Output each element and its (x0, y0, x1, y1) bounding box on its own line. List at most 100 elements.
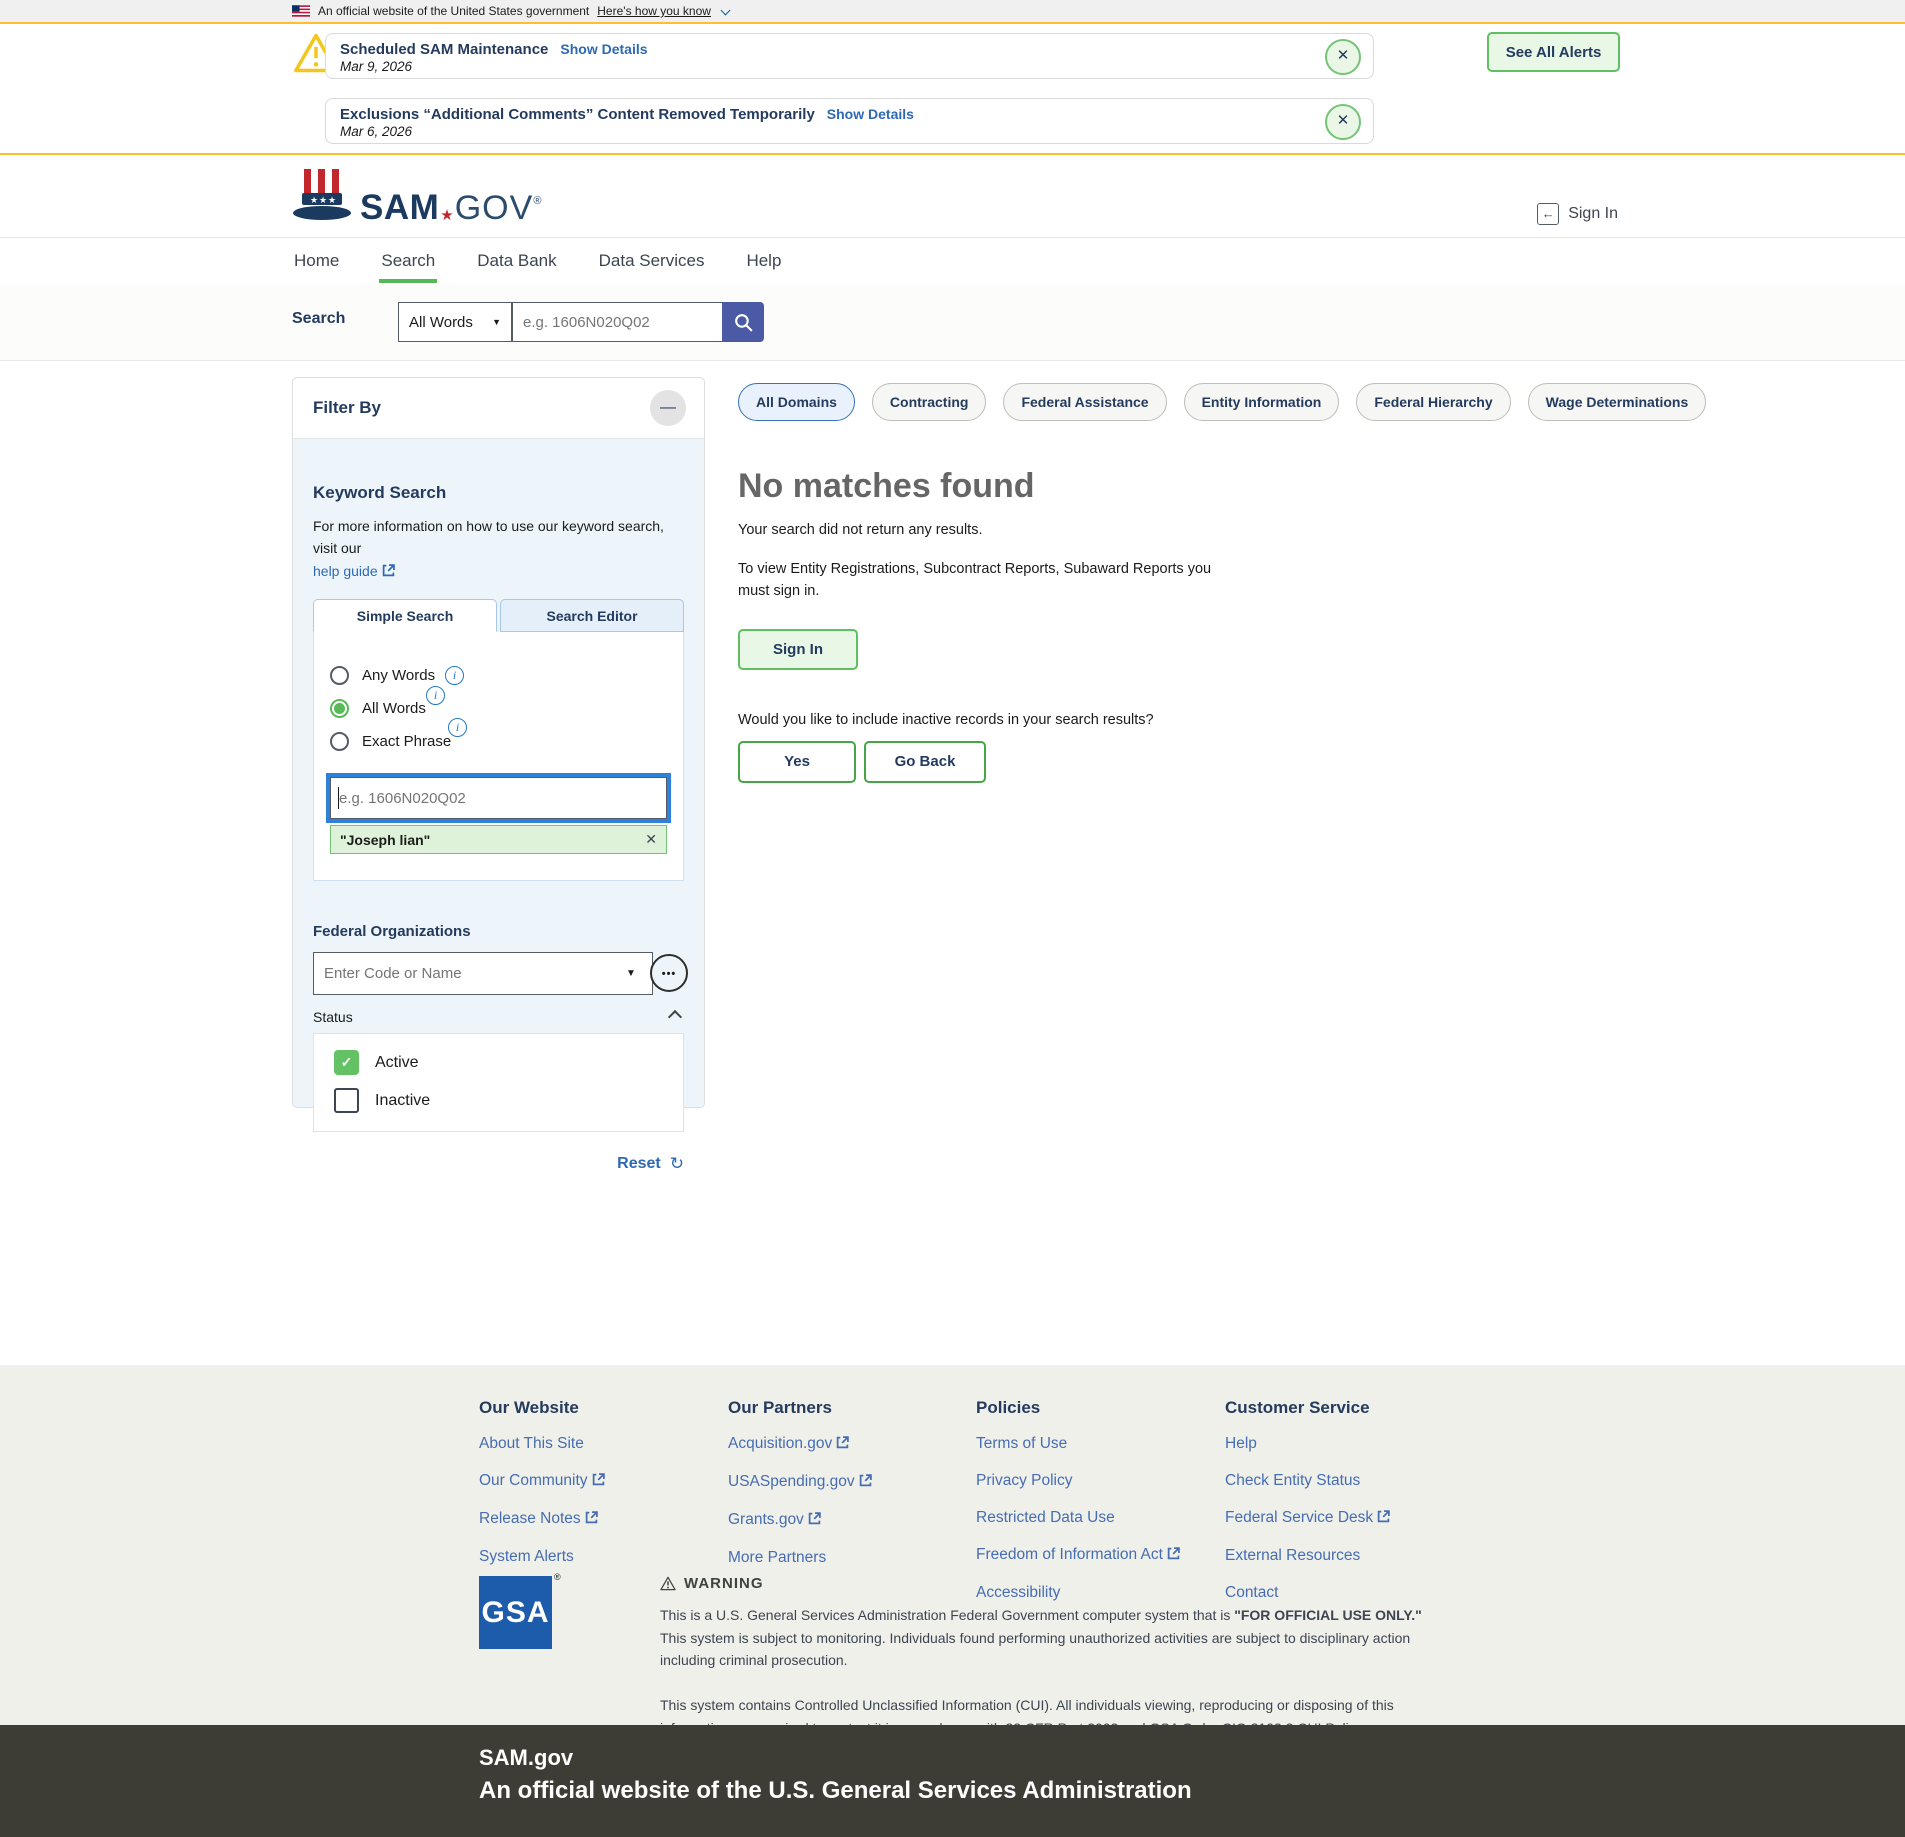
alert-card: Exclusions “Additional Comments” Content… (325, 98, 1374, 144)
gsa-logo: GSA (479, 1576, 552, 1649)
tab-simple-search[interactable]: Simple Search (313, 599, 497, 632)
info-icon[interactable]: i (445, 666, 464, 685)
footer-link-foia[interactable]: Freedom of Information Act (976, 1546, 1211, 1565)
search-submit-button[interactable] (722, 302, 764, 342)
help-guide-link[interactable]: help guide (313, 563, 378, 579)
footer-link-check-entity-status[interactable]: Check Entity Status (1225, 1472, 1460, 1490)
footer-official-line: An official website of the U.S. General … (479, 1777, 1192, 1805)
reset-link[interactable]: Reset (617, 1155, 661, 1173)
radio-all-words-label: All Words (362, 700, 426, 717)
alert-close-button[interactable]: ✕ (1325, 39, 1361, 75)
pill-entity-information[interactable]: Entity Information (1184, 383, 1340, 421)
svg-text:★: ★ (310, 195, 318, 205)
text-caret (338, 787, 339, 809)
info-icon[interactable]: i (426, 686, 445, 705)
us-flag-icon (292, 5, 310, 17)
footer-link-acquisition-gov[interactable]: Acquisition.gov (728, 1435, 963, 1454)
alert-show-details-link[interactable]: Show Details (827, 106, 914, 122)
info-icon[interactable]: i (448, 718, 467, 737)
more-options-button[interactable]: ••• (650, 954, 688, 992)
footer-link-grants-gov[interactable]: Grants.gov (728, 1511, 963, 1530)
pill-all-domains[interactable]: All Domains (738, 383, 855, 421)
footer-link-privacy-policy[interactable]: Privacy Policy (976, 1472, 1211, 1490)
footer-heading: Customer Service (1225, 1398, 1460, 1418)
checkbox-unchecked-icon[interactable] (334, 1088, 359, 1113)
status-card: ✓ Active Inactive (313, 1033, 684, 1132)
site-header: ★★★ SAM ★ GOV ® ← Sign In (0, 155, 1905, 237)
nav-item-home[interactable]: Home (292, 239, 341, 283)
filter-panel: Filter By — Keyword Search For more info… (292, 377, 705, 1108)
pill-federal-hierarchy[interactable]: Federal Hierarchy (1356, 383, 1510, 421)
alert-title: Exclusions “Additional Comments” Content… (340, 106, 815, 123)
alert-title: Scheduled SAM Maintenance (340, 41, 548, 58)
external-link-icon (859, 1474, 872, 1492)
nav-item-data-bank[interactable]: Data Bank (475, 239, 558, 283)
external-link-icon (1377, 1510, 1390, 1528)
search-mode-value: All Words (409, 314, 473, 331)
radio-all-words[interactable] (330, 699, 349, 718)
footer-link-external-resources[interactable]: External Resources (1225, 1547, 1460, 1565)
tab-search-editor[interactable]: Search Editor (500, 599, 684, 632)
logo-registered-mark: ® (533, 195, 541, 207)
domain-filter-pills: All Domains Contracting Federal Assistan… (738, 383, 1718, 421)
checkbox-checked-icon[interactable]: ✓ (334, 1050, 359, 1075)
footer-link-usaspending-gov[interactable]: USASpending.gov (728, 1473, 963, 1492)
collapse-panel-button[interactable]: — (650, 390, 686, 426)
footer-link-federal-service-desk[interactable]: Federal Service Desk (1225, 1509, 1460, 1528)
gov-banner-how-link[interactable]: Here's how you know (597, 4, 711, 18)
chevron-down-icon (721, 5, 731, 15)
footer-link-restricted-data-use[interactable]: Restricted Data Use (976, 1509, 1211, 1527)
alert-card: Scheduled SAM Maintenance Show Details M… (325, 33, 1374, 79)
external-link-icon (808, 1512, 821, 1530)
keyword-info-text: For more information on how to use our k… (313, 518, 664, 556)
status-option-inactive[interactable]: Inactive (334, 1088, 663, 1113)
logo-gov-text: GOV (455, 191, 534, 225)
sign-in-button[interactable]: Sign In (738, 629, 858, 670)
nav-item-help[interactable]: Help (744, 239, 783, 283)
footer-link-our-community[interactable]: Our Community (479, 1472, 714, 1491)
alert-close-button[interactable]: ✕ (1325, 104, 1361, 140)
footer-heading: Policies (976, 1398, 1211, 1418)
uncle-sam-hat-icon: ★★★ (292, 167, 354, 225)
search-mode-select[interactable]: All Words ▼ (398, 302, 512, 342)
see-all-alerts-button[interactable]: See All Alerts (1487, 32, 1620, 72)
chip-remove-icon[interactable]: ✕ (645, 831, 657, 848)
keyword-search-input[interactable] (330, 777, 667, 819)
reset-refresh-icon[interactable]: ↻ (670, 1154, 684, 1174)
radio-any-words[interactable] (330, 666, 349, 685)
chevron-up-icon[interactable] (668, 1010, 682, 1024)
global-search-input[interactable] (512, 302, 722, 342)
radio-exact-phrase[interactable] (330, 732, 349, 751)
alerts-section: Scheduled SAM Maintenance Show Details M… (0, 24, 1905, 155)
gov-banner-text: An official website of the United States… (318, 4, 589, 18)
nav-item-search[interactable]: Search (379, 239, 437, 283)
footer-link-release-notes[interactable]: Release Notes (479, 1510, 714, 1529)
footer-heading: Our Website (479, 1398, 714, 1418)
yes-button[interactable]: Yes (738, 741, 856, 783)
dropdown-arrow-icon: ▼ (492, 317, 501, 327)
search-results-area: All Domains Contracting Federal Assistan… (738, 383, 1718, 783)
footer-site-name: SAM.gov (479, 1745, 573, 1771)
alert-show-details-link[interactable]: Show Details (560, 41, 647, 57)
footer-link-system-alerts[interactable]: System Alerts (479, 1548, 714, 1566)
nav-item-data-services[interactable]: Data Services (597, 239, 707, 283)
pill-wage-determinations[interactable]: Wage Determinations (1528, 383, 1707, 421)
federal-organizations-heading: Federal Organizations (313, 923, 684, 940)
footer-link-about-this-site[interactable]: About This Site (479, 1435, 714, 1453)
footer-link-help[interactable]: Help (1225, 1435, 1460, 1453)
sam-gov-logo[interactable]: ★★★ SAM ★ GOV ® (292, 167, 541, 225)
pill-federal-assistance[interactable]: Federal Assistance (1003, 383, 1166, 421)
footer-link-terms-of-use[interactable]: Terms of Use (976, 1435, 1211, 1453)
go-back-button[interactable]: Go Back (864, 741, 986, 783)
alert-date: Mar 6, 2026 (340, 124, 412, 139)
radio-exact-phrase-label: Exact Phrase (362, 733, 451, 750)
status-option-active[interactable]: ✓ Active (334, 1050, 663, 1075)
footer-link-more-partners[interactable]: More Partners (728, 1549, 963, 1567)
pill-contracting[interactable]: Contracting (872, 383, 987, 421)
footer-column-our-website: Our Website About This Site Our Communit… (479, 1398, 714, 1585)
federal-org-input[interactable] (313, 952, 653, 995)
no-matches-title: No matches found (738, 467, 1718, 506)
main-nav: Home Search Data Bank Data Services Help (0, 237, 1905, 285)
header-sign-in-link[interactable]: ← Sign In (1537, 203, 1618, 225)
inactive-records-question: Would you like to include inactive recor… (738, 712, 1718, 728)
